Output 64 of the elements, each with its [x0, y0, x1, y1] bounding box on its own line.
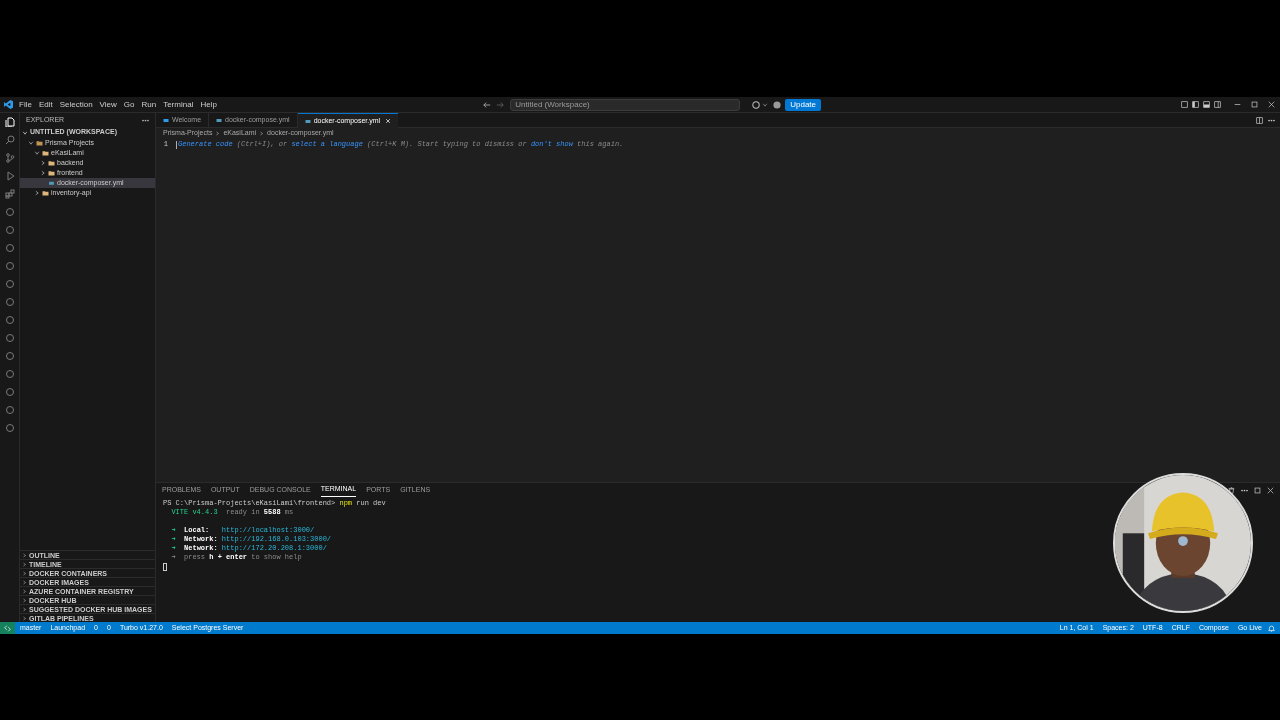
circle-icon[interactable]	[4, 387, 15, 397]
close-icon[interactable]	[1268, 101, 1275, 108]
chevron-down-icon[interactable]	[34, 150, 40, 156]
menu-item[interactable]: File	[17, 98, 34, 111]
file-icon	[48, 180, 55, 186]
customize-layout-icon[interactable]	[1181, 101, 1188, 108]
maximize-icon[interactable]	[1251, 101, 1258, 108]
chevron-right-icon[interactable]	[40, 170, 46, 176]
close-icon[interactable]	[1267, 486, 1274, 494]
trash-icon[interactable]	[1228, 486, 1235, 494]
split-editor-icon[interactable]	[1256, 116, 1263, 124]
chevron-down-icon[interactable]	[28, 140, 34, 146]
play-icon[interactable]	[4, 171, 15, 181]
update-button[interactable]: Update	[785, 98, 821, 111]
circle-icon[interactable]	[4, 297, 15, 307]
minimize-icon[interactable]	[1234, 101, 1241, 108]
circle-icon[interactable]	[4, 207, 15, 217]
command-center-field[interactable]: Untitled (Workspace)	[510, 98, 741, 111]
more-actions-icon[interactable]	[1241, 488, 1248, 492]
menu-item[interactable]: View	[97, 98, 119, 111]
menu-item[interactable]: Run	[139, 98, 159, 111]
files-icon[interactable]	[4, 117, 15, 127]
file-icon	[304, 118, 311, 124]
circle-icon[interactable]	[4, 333, 15, 343]
remote-icon[interactable]	[4, 624, 11, 632]
circle-icon[interactable]	[4, 351, 15, 361]
chevron-right-icon	[215, 131, 221, 136]
chevron-right-icon	[259, 131, 265, 136]
account-icon[interactable]	[773, 100, 782, 109]
circle-icon[interactable]	[4, 243, 15, 253]
terminal-cursor	[163, 563, 167, 571]
folder-icon	[42, 190, 49, 196]
chevron-down-icon[interactable]	[22, 129, 28, 136]
chevron-right-icon[interactable]	[40, 160, 46, 166]
circle-icon[interactable]	[4, 405, 15, 415]
search-icon[interactable]	[4, 135, 15, 145]
menu-item[interactable]: Edit	[36, 98, 55, 111]
chevron-right-icon[interactable]	[34, 190, 40, 196]
menu-item[interactable]: Go	[121, 98, 137, 111]
toggle-secondary-sidebar-icon[interactable]	[1214, 101, 1221, 108]
app-logo-icon	[4, 100, 13, 109]
copilot-icon[interactable]	[752, 100, 761, 109]
file-icon	[216, 117, 223, 123]
circle-icon[interactable]	[4, 279, 15, 289]
circle-icon[interactable]	[4, 423, 15, 433]
circle-icon[interactable]	[4, 225, 15, 235]
forward-arrow-icon[interactable]	[496, 100, 505, 109]
maximize-panel-icon[interactable]	[1254, 486, 1261, 494]
caret-icon[interactable]	[762, 101, 769, 108]
toggle-panel-icon[interactable]	[1203, 101, 1210, 108]
more-actions-icon[interactable]	[1268, 118, 1275, 122]
blocks-icon[interactable]	[4, 189, 15, 199]
circle-icon[interactable]	[4, 315, 15, 325]
back-arrow-icon[interactable]	[483, 100, 492, 109]
more-actions-icon[interactable]	[142, 118, 149, 122]
circle-icon[interactable]	[4, 369, 15, 379]
bell-icon[interactable]	[1268, 624, 1275, 632]
menu-item[interactable]: Help	[198, 98, 219, 111]
circle-icon[interactable]	[4, 261, 15, 271]
file-icon	[163, 117, 169, 123]
menu-item[interactable]: Terminal	[161, 98, 196, 111]
toggle-sidebar-icon[interactable]	[1192, 101, 1199, 108]
menu-item[interactable]: Selection	[57, 98, 95, 111]
branch-icon[interactable]	[4, 153, 15, 163]
